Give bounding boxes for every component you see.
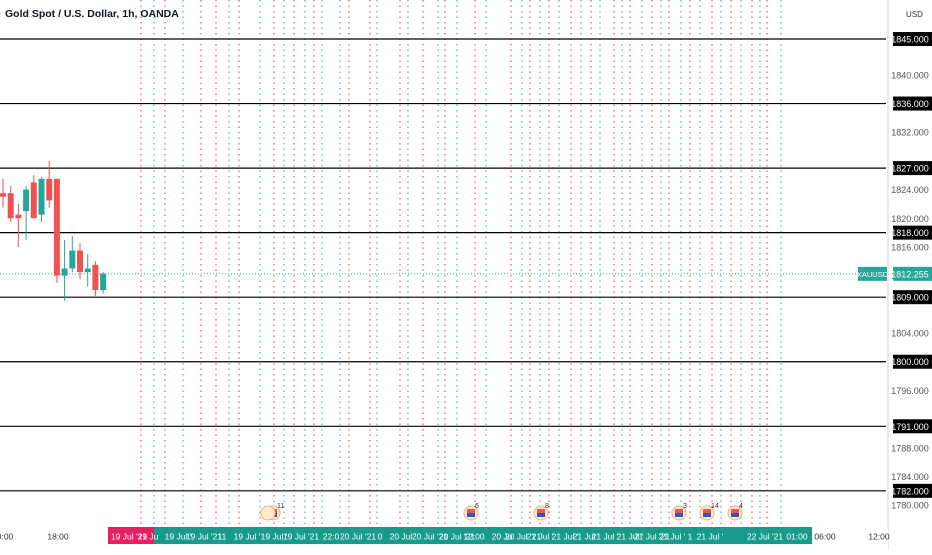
candle	[69, 236, 76, 273]
candle	[7, 186, 14, 222]
candle	[53, 178, 60, 283]
candle-body	[53, 178, 60, 276]
candle-body	[69, 250, 76, 269]
price-tick-label: 1788.000	[891, 443, 929, 453]
price-tick-label: 1824.000	[891, 185, 929, 195]
event-count-badge: 11	[277, 503, 284, 510]
event-count-badge: 6	[475, 503, 479, 510]
price-tick-label: 1796.000	[891, 386, 929, 396]
time-label: 21 Jul '	[697, 532, 724, 542]
event-count-badge: 8	[545, 503, 549, 510]
price-axis[interactable]: 1780.000 1784.000 1788.000 1796.000 1804.000…	[857, 0, 932, 550]
time-label: 19 Jul '21	[283, 532, 319, 542]
flag-stripe-icon	[731, 509, 739, 513]
economic-event-marker[interactable]: 6	[463, 503, 479, 521]
level-price-label: 1818.000	[891, 228, 929, 238]
event-count-badge: 14	[711, 503, 719, 510]
flag-stripe-icon	[675, 509, 683, 513]
price-chart[interactable]: 11 6 8 3 14 4 1780.000 1784.000 1788.000 1796.00…	[0, 0, 932, 550]
candle	[84, 254, 91, 287]
price-tick-label: 1780.000	[891, 501, 929, 511]
candle	[0, 178, 6, 208]
candle-body	[92, 264, 99, 291]
candle	[15, 203, 22, 247]
level-price-label: 1827.000	[891, 164, 929, 174]
price-tick-label: 1784.000	[891, 472, 929, 482]
candle-body	[30, 182, 37, 219]
candle-body	[7, 193, 14, 219]
price-tick-label: 1816.000	[891, 242, 929, 252]
level-price-label: 1809.000	[891, 293, 929, 303]
time-label: 22:0	[323, 532, 340, 542]
event-count-badge: 3	[683, 503, 687, 510]
time-label: 0	[378, 532, 383, 542]
candle	[100, 272, 107, 294]
candle-body	[38, 178, 45, 215]
event-flag-icon[interactable]	[260, 505, 276, 521]
price-tick-label: 1840.000	[891, 70, 929, 80]
time-label: 21 Jul '	[592, 532, 619, 542]
economic-event-marker[interactable]: 3	[671, 503, 687, 521]
candles	[0, 160, 107, 301]
time-label: 12:00	[463, 532, 485, 542]
flag-stripe-icon	[703, 513, 711, 517]
economic-event-marker[interactable]: 8	[533, 503, 549, 521]
event-count-badge: 4	[739, 503, 743, 510]
candle-body	[23, 189, 30, 212]
candle-body	[84, 268, 91, 273]
time-label: 12:00	[868, 532, 890, 542]
economic-event-marker[interactable]: 4	[727, 503, 743, 521]
symbol-tag: XAUUSD	[857, 270, 889, 279]
current-price-tag: 1812.255	[891, 269, 929, 279]
candle	[30, 175, 37, 219]
currency-label: USD	[906, 10, 923, 19]
flag-stripe-icon	[467, 509, 475, 513]
price-tick-label: 1832.000	[891, 128, 929, 138]
horizontal-level-lines	[0, 38, 886, 492]
time-label: 19 Jul '	[234, 532, 261, 542]
time-axis[interactable]: 0:0018:0019 Jul '2119 Ju19 Jul '19 Jul '…	[0, 527, 890, 550]
candle-body	[77, 250, 83, 273]
candle-body	[61, 268, 68, 276]
price-tick-label: 1804.000	[891, 329, 929, 339]
candle	[38, 176, 45, 222]
time-label: 22 Jul '21	[747, 532, 783, 542]
flag-stripe-icon	[537, 513, 545, 517]
price-tick-label: 1820.000	[891, 214, 929, 224]
time-label: 06:00	[814, 532, 836, 542]
flag-stripe-icon	[467, 513, 475, 517]
time-label: 1	[688, 532, 693, 542]
candle	[92, 261, 99, 298]
symbol-title: Gold Spot / U.S. Dollar, 1h, OANDA	[5, 8, 179, 20]
event-markers: 11 6 8 3 14 4	[260, 503, 743, 521]
level-price-label: 1782.000	[891, 486, 929, 496]
chart-container[interactable]: 11 6 8 3 14 4 1780.000 1784.000 1788.000 1796.00…	[0, 0, 932, 550]
flag-stripe-icon	[675, 513, 683, 517]
candle-body	[46, 178, 53, 201]
candle-body	[100, 273, 107, 291]
level-price-label: 1845.000	[891, 35, 929, 45]
candle-body	[0, 193, 6, 197]
level-price-label: 1836.000	[891, 99, 929, 109]
candle	[61, 239, 68, 301]
time-label: 18:00	[47, 532, 69, 542]
flag-stripe-icon	[537, 509, 545, 513]
time-label: 11	[218, 532, 227, 542]
time-label: 20 Jul '21	[340, 532, 376, 542]
time-label: 19 Ju	[138, 532, 159, 542]
level-price-label: 1791.000	[891, 422, 929, 432]
time-label: 0:00	[0, 532, 14, 542]
economic-event-marker[interactable]: 14	[699, 503, 719, 521]
time-label: 21 Jul '	[659, 532, 686, 542]
level-price-label: 1800.000	[891, 357, 929, 367]
candle	[77, 243, 83, 280]
candle	[23, 186, 30, 240]
time-label: 01:00	[786, 532, 808, 542]
vertical-marker-lines	[140, 0, 782, 527]
flag-stripe-icon	[731, 513, 739, 517]
flag-stripe-icon	[703, 509, 711, 513]
candle-body	[15, 214, 22, 219]
time-label: 21 Jul '	[527, 532, 554, 542]
